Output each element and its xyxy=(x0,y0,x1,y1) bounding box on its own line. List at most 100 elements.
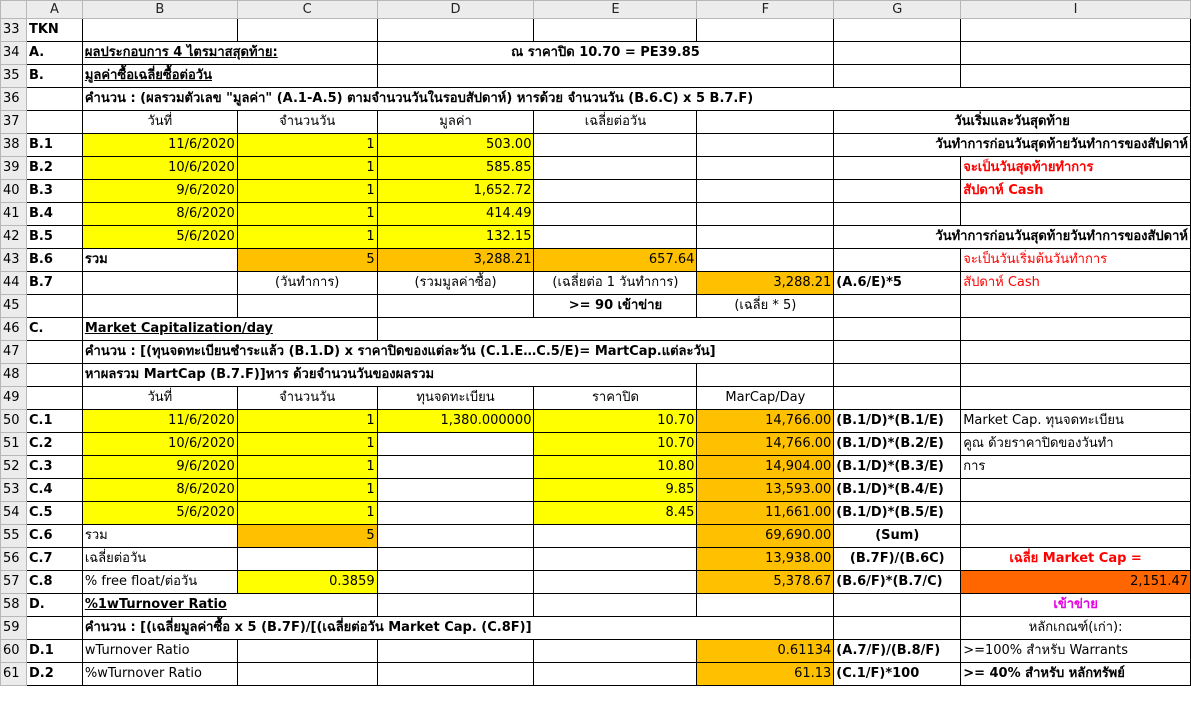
cell[interactable]: 10.70 xyxy=(533,409,698,433)
cell[interactable]: ณ ราคาปิด 10.70 = PE39.85 xyxy=(376,41,835,65)
column-header-g[interactable]: G xyxy=(833,0,962,19)
cell[interactable]: Market Capitalization/day xyxy=(81,317,378,341)
cell[interactable]: วันทำการก่อนวันสุดท้ายวันทำการของสัปดาห์ xyxy=(833,225,1191,249)
cell[interactable]: (เฉลี่ยต่อ 1 วันทำการ) xyxy=(533,271,698,295)
cell[interactable]: การ xyxy=(960,455,1191,479)
cell[interactable]: 13,938.00 xyxy=(696,547,835,571)
cell[interactable]: 9/6/2020 xyxy=(81,179,238,203)
cell[interactable]: 1,380.000000 xyxy=(376,409,535,433)
cell[interactable]: 5 xyxy=(236,248,378,272)
cell[interactable] xyxy=(960,41,1191,65)
cell[interactable]: 2,151.47 xyxy=(960,570,1191,594)
cell[interactable]: สัปดาห์ Cash xyxy=(960,271,1191,295)
cell[interactable] xyxy=(25,87,83,111)
cell[interactable] xyxy=(376,18,535,42)
cell[interactable] xyxy=(533,156,698,180)
cell[interactable] xyxy=(376,501,535,525)
cell[interactable] xyxy=(696,133,835,157)
cell[interactable]: 657.64 xyxy=(533,248,698,272)
cell[interactable]: 61.13 xyxy=(696,662,835,686)
cell[interactable]: (รวมมูลค่าซื้อ) xyxy=(376,271,535,295)
cell[interactable] xyxy=(960,501,1191,525)
cell[interactable]: เฉลี่ย Market Cap = xyxy=(960,547,1191,571)
cell[interactable] xyxy=(236,547,378,571)
cell[interactable]: 3,288.21 xyxy=(696,271,835,295)
cell[interactable] xyxy=(696,18,835,42)
cell[interactable]: 414.49 xyxy=(376,202,535,226)
cell[interactable] xyxy=(533,18,698,42)
cell[interactable] xyxy=(81,294,238,318)
cell[interactable] xyxy=(81,18,238,42)
row-header[interactable]: 42 xyxy=(0,225,27,249)
cell[interactable]: เฉลี่ยต่อวัน xyxy=(533,110,698,134)
cell[interactable] xyxy=(376,432,535,456)
row-header[interactable]: 55 xyxy=(0,524,27,548)
cell[interactable]: หาผลรวม MartCap (B.7.F)]หาร ด้วยจำนวนวัน… xyxy=(81,363,698,387)
cell[interactable]: 8.45 xyxy=(533,501,698,525)
cell[interactable] xyxy=(533,547,698,571)
cell[interactable]: B.7 xyxy=(25,271,83,295)
cell[interactable] xyxy=(696,248,835,272)
cell[interactable]: ทุนจดทะเบียน xyxy=(376,386,535,410)
cell[interactable]: D.1 xyxy=(25,639,83,663)
cell[interactable]: 11,661.00 xyxy=(696,501,835,525)
spreadsheet-grid[interactable]: A B C D E F G I 33 TKN 34 A. ผลประกอบการ… xyxy=(0,0,1191,686)
cell[interactable]: 1 xyxy=(236,202,378,226)
cell[interactable] xyxy=(533,570,698,594)
row-header[interactable]: 37 xyxy=(0,110,27,134)
cell[interactable]: 5 xyxy=(236,524,378,548)
cell[interactable] xyxy=(236,639,378,663)
cell[interactable]: 1 xyxy=(236,501,378,525)
cell[interactable]: (วันทำการ) xyxy=(236,271,378,295)
cell[interactable]: (B.6/F)*(B.7/C) xyxy=(833,570,962,594)
row-header[interactable]: 50 xyxy=(0,409,27,433)
cell[interactable]: %wTurnover Ratio xyxy=(81,662,238,686)
cell[interactable] xyxy=(236,294,378,318)
cell[interactable] xyxy=(376,662,535,686)
cell[interactable]: จำนวนวัน xyxy=(236,386,378,410)
cell[interactable]: C.8 xyxy=(25,570,83,594)
cell[interactable] xyxy=(696,156,835,180)
row-header[interactable]: 52 xyxy=(0,455,27,479)
cell[interactable] xyxy=(696,179,835,203)
cell[interactable]: 69,690.00 xyxy=(696,524,835,548)
cell[interactable] xyxy=(960,294,1191,318)
cell[interactable]: (Sum) xyxy=(833,524,962,548)
cell[interactable]: D.2 xyxy=(25,662,83,686)
cell[interactable] xyxy=(25,363,83,387)
cell[interactable]: A. xyxy=(25,41,83,65)
cell[interactable]: D. xyxy=(25,593,83,617)
cell[interactable]: B.2 xyxy=(25,156,83,180)
cell[interactable] xyxy=(25,386,83,410)
cell[interactable]: 10/6/2020 xyxy=(81,156,238,180)
row-header[interactable]: 34 xyxy=(0,41,27,65)
cell[interactable] xyxy=(833,340,962,364)
cell[interactable]: >= 90 เข้าข่าย xyxy=(533,294,698,318)
row-header[interactable]: 41 xyxy=(0,202,27,226)
cell[interactable] xyxy=(376,524,535,548)
cell[interactable] xyxy=(376,455,535,479)
cell[interactable]: (B.1/D)*(B.5/E) xyxy=(833,501,962,525)
cell[interactable] xyxy=(960,478,1191,502)
cell[interactable]: 0.61134 xyxy=(696,639,835,663)
cell[interactable] xyxy=(833,202,962,226)
cell[interactable]: C.2 xyxy=(25,432,83,456)
cell[interactable]: (A.7/F)/(B.8/F) xyxy=(833,639,962,663)
cell[interactable]: B.6 xyxy=(25,248,83,272)
cell[interactable]: 3,288.21 xyxy=(376,248,535,272)
cell[interactable] xyxy=(533,662,698,686)
row-header[interactable]: 39 xyxy=(0,156,27,180)
cell[interactable]: 1 xyxy=(236,432,378,456)
cell[interactable]: มูลค่า xyxy=(376,110,535,134)
cell[interactable] xyxy=(696,363,835,387)
cell[interactable]: 1 xyxy=(236,156,378,180)
cell[interactable]: จำนวนวัน xyxy=(236,110,378,134)
cell[interactable]: 5,378.67 xyxy=(696,570,835,594)
cell[interactable]: วันทำการก่อนวันสุดท้ายวันทำการของสัปดาห์ xyxy=(833,133,1191,157)
cell[interactable]: MarCap/Day xyxy=(696,386,835,410)
cell[interactable] xyxy=(960,317,1191,341)
cell[interactable]: (B.1/D)*(B.4/E) xyxy=(833,478,962,502)
row-header[interactable]: 46 xyxy=(0,317,27,341)
cell[interactable] xyxy=(533,179,698,203)
cell[interactable] xyxy=(960,524,1191,548)
